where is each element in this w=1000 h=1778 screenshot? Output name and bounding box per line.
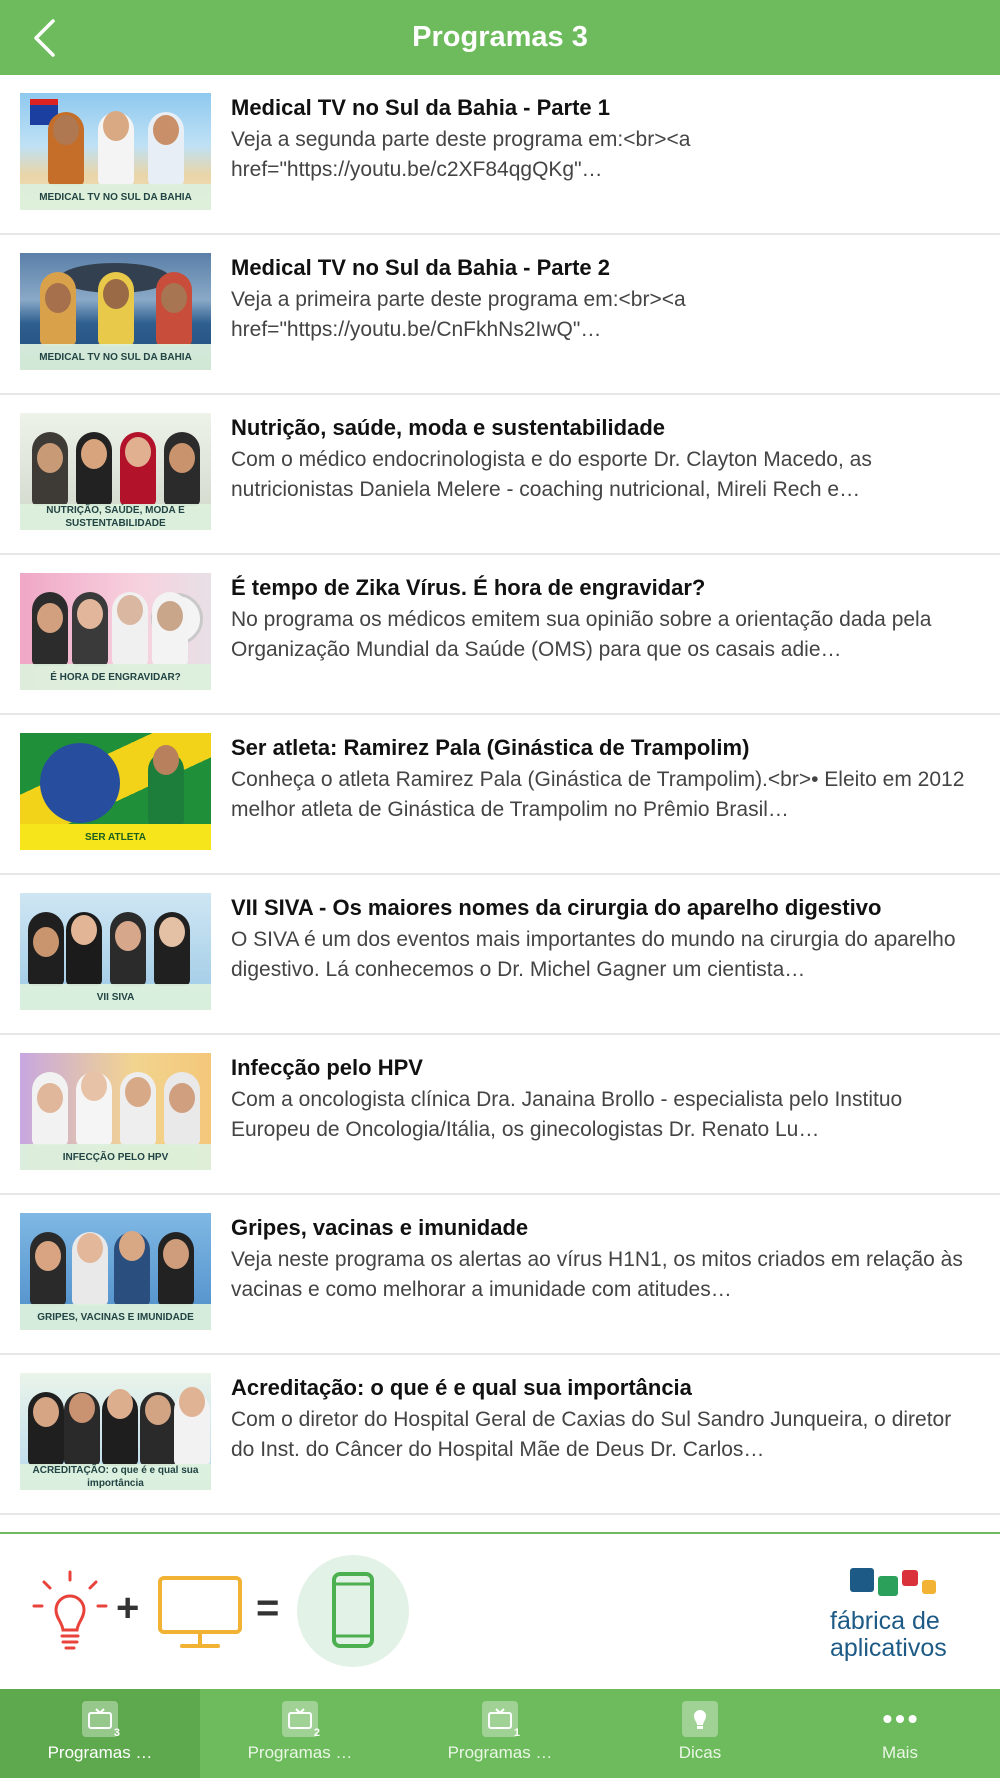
brand-logo-icon [850, 1568, 936, 1596]
tab-badge: 1 [513, 1727, 520, 1739]
list-item[interactable] [0, 1515, 1000, 1532]
list-item[interactable]: ACREDITAÇÃO: o que é e qual sua importân… [0, 1355, 1000, 1515]
list-item[interactable]: MEDICAL TV NO SUL DA BAHIA Medical TV no… [0, 75, 1000, 235]
monitor-icon [158, 1576, 242, 1648]
item-title: Acreditação: o que é e qual sua importân… [231, 1375, 692, 1400]
thumbnail-caption: GRIPES, VACINAS E IMUNIDADE [20, 1304, 211, 1330]
list-item[interactable]: GRIPES, VACINAS E IMUNIDADE Gripes, vaci… [0, 1195, 1000, 1355]
thumbnail-caption: É HORA DE ENGRAVIDAR? [20, 664, 211, 690]
thumbnail-caption: VII SIVA [20, 984, 211, 1010]
tv-icon: 3 [82, 1701, 120, 1739]
tab-dicas[interactable]: Dicas [600, 1689, 800, 1778]
thumbnail: NUTRIÇÃO, SAÚDE, MODA E SUSTENTABILIDADE [20, 413, 211, 530]
ad-banner[interactable]: + = fábrica de aplicativos [0, 1532, 1000, 1691]
tab-label: Programas … [47, 1743, 153, 1762]
item-description: Veja neste programa os alertas ao vírus … [231, 1248, 963, 1301]
page-title: Programas 3 [412, 21, 588, 53]
plus-sign: + [116, 1586, 140, 1630]
thumbnail-caption: INFECÇÃO PELO HPV [20, 1144, 211, 1170]
tab-badge: 3 [113, 1727, 120, 1739]
item-description: O SIVA é um dos eventos mais importantes… [231, 928, 956, 981]
list-item[interactable]: VII SIVA VII SIVA - Os maiores nomes da … [0, 875, 1000, 1035]
item-description: Com o médico endocrinologista e do espor… [231, 448, 872, 501]
tab-programas-1[interactable]: 1 Programas … [400, 1689, 600, 1778]
lightbulb-icon [32, 1570, 108, 1650]
program-list[interactable]: MEDICAL TV NO SUL DA BAHIA Medical TV no… [0, 75, 1000, 1532]
thumbnail: GRIPES, VACINAS E IMUNIDADE [20, 1213, 211, 1330]
tab-label: Mais [882, 1743, 918, 1762]
tab-badge: 2 [313, 1727, 320, 1739]
brand-line2: aplicativos [830, 1634, 947, 1662]
item-description: Com o diretor do Hospital Geral de Caxia… [231, 1408, 952, 1461]
thumbnail: MEDICAL TV NO SUL DA BAHIA [20, 93, 211, 210]
item-title: Gripes, vacinas e imunidade [231, 1215, 529, 1240]
thumbnail-caption: MEDICAL TV NO SUL DA BAHIA [20, 344, 211, 370]
tab-label: Programas … [247, 1743, 353, 1762]
item-title: Nutrição, saúde, moda e sustentabilidade [231, 415, 665, 440]
thumbnail: SER ATLETA [20, 733, 211, 850]
item-title: VII SIVA - Os maiores nomes da cirurgia … [231, 895, 882, 920]
item-description: No programa os médicos emitem sua opiniã… [231, 608, 932, 661]
list-item[interactable]: INFECÇÃO PELO HPV Infecção pelo HPV Com … [0, 1035, 1000, 1195]
more-icon [882, 1701, 918, 1737]
tab-label: Programas … [447, 1743, 553, 1762]
item-description: Veja a segunda parte deste programa em:<… [231, 128, 691, 181]
equals-sign: = [256, 1586, 280, 1630]
tab-mais[interactable]: Mais [800, 1689, 1000, 1778]
list-item[interactable]: NUTRIÇÃO, SAÚDE, MODA E SUSTENTABILIDADE… [0, 395, 1000, 555]
thumbnail-caption: ACREDITAÇÃO: o que é e qual sua importân… [20, 1464, 211, 1490]
globe-icon [40, 743, 120, 823]
item-description: Conheça o atleta Ramirez Pala (Ginástica… [231, 768, 965, 821]
thumbnail: MEDICAL TV NO SUL DA BAHIA [20, 253, 211, 370]
tab-programas-2[interactable]: 2 Programas … [200, 1689, 400, 1778]
smartphone-icon [297, 1555, 409, 1667]
thumbnail: É HORA DE ENGRAVIDAR? [20, 573, 211, 690]
tab-bar: 3 Programas … 2 Programas … 1 Programas … [0, 1689, 1000, 1778]
item-title: Medical TV no Sul da Bahia - Parte 1 [231, 95, 610, 120]
app-header: Programas 3 [0, 0, 1000, 76]
tab-label: Dicas [678, 1743, 722, 1762]
tab-programas-3[interactable]: 3 Programas … [0, 1689, 200, 1778]
lightbulb-icon [682, 1701, 718, 1737]
thumbnail: VII SIVA [20, 893, 211, 1010]
tv-icon: 2 [282, 1701, 320, 1739]
thumbnail-caption: NUTRIÇÃO, SAÚDE, MODA E SUSTENTABILIDADE [20, 504, 211, 530]
item-title: Infecção pelo HPV [231, 1055, 423, 1080]
item-title: Medical TV no Sul da Bahia - Parte 2 [231, 255, 610, 280]
thumbnail-caption: SER ATLETA [20, 824, 211, 850]
thumbnail: INFECÇÃO PELO HPV [20, 1053, 211, 1170]
list-item[interactable]: É HORA DE ENGRAVIDAR? É tempo de Zika Ví… [0, 555, 1000, 715]
list-item[interactable]: MEDICAL TV NO SUL DA BAHIA Medical TV no… [0, 235, 1000, 395]
item-description: Veja a primeira parte deste programa em:… [231, 288, 686, 341]
thumbnail: ACREDITAÇÃO: o que é e qual sua importân… [20, 1373, 211, 1490]
item-title: É tempo de Zika Vírus. É hora de engravi… [231, 575, 706, 600]
thumbnail-caption: MEDICAL TV NO SUL DA BAHIA [20, 184, 211, 210]
item-description: Com a oncologista clínica Dra. Janaina B… [231, 1088, 903, 1141]
tv-icon: 1 [482, 1701, 520, 1739]
item-title: Ser atleta: Ramirez Pala (Ginástica de T… [231, 735, 750, 760]
brand-logo: fábrica de aplicativos [830, 1608, 990, 1662]
brand-line1: fábrica de [830, 1607, 940, 1635]
list-item[interactable]: SER ATLETA Ser atleta: Ramirez Pala (Gin… [0, 715, 1000, 875]
